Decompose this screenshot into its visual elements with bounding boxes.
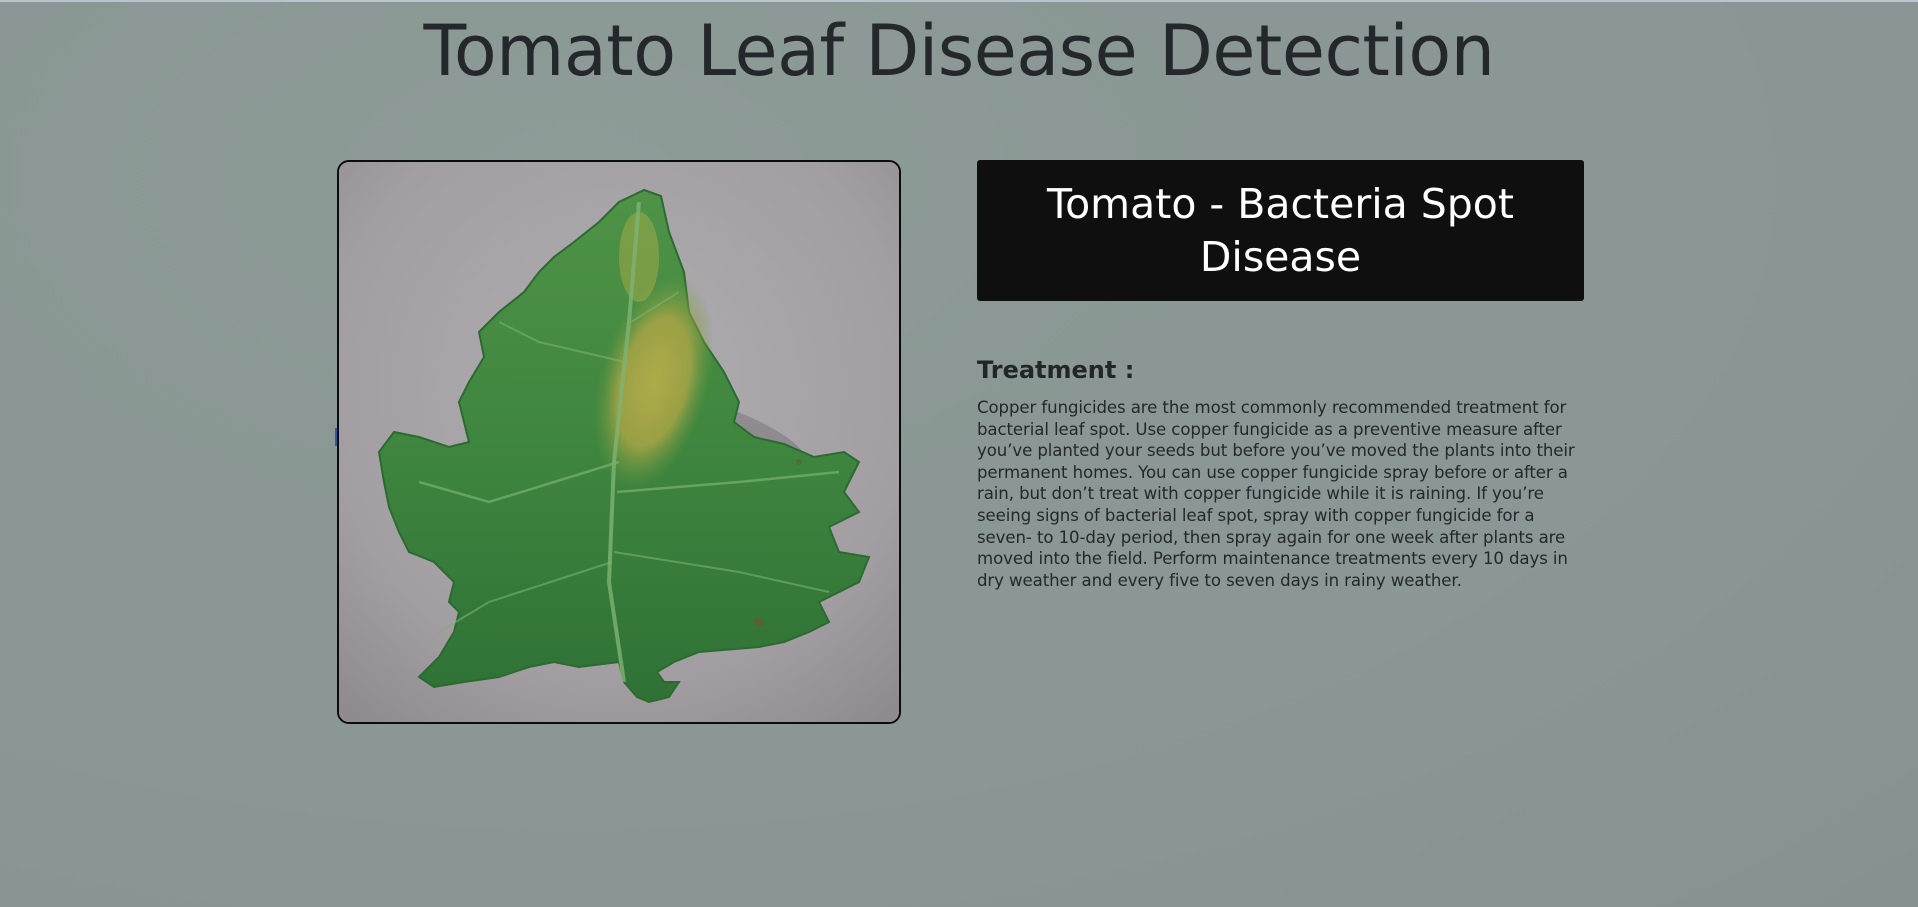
prediction-result-box: Tomato - Bacteria Spot Disease xyxy=(977,160,1584,301)
page-title: Tomato Leaf Disease Detection xyxy=(423,10,1495,92)
top-border-line xyxy=(0,0,1918,2)
leaf-image xyxy=(337,160,901,724)
treatment-heading: Treatment : xyxy=(977,356,1135,384)
prediction-label: Tomato - Bacteria Spot Disease xyxy=(1047,179,1514,281)
leaf-photo-illustration xyxy=(339,162,899,722)
treatment-description: Copper fungicides are the most commonly … xyxy=(977,398,1575,590)
